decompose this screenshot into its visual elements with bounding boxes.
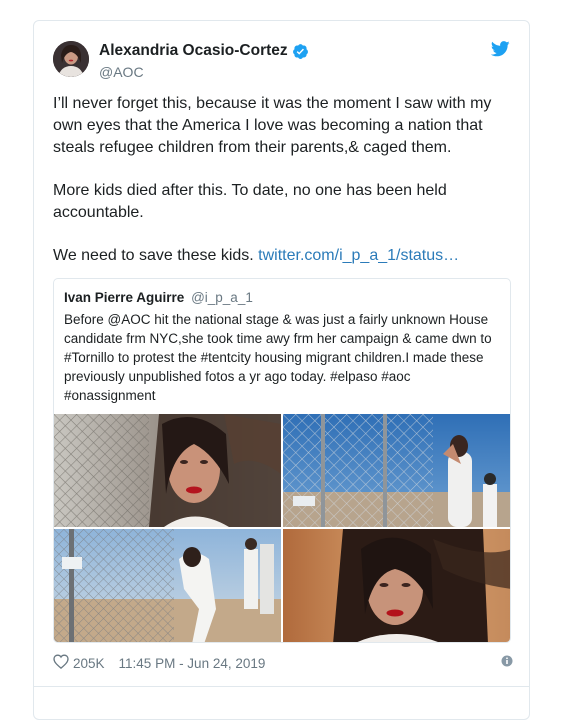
photo-4[interactable]	[283, 529, 510, 642]
tweet-timestamp[interactable]: 11:45 PM - Jun 24, 2019	[119, 656, 266, 671]
quoted-author-handle[interactable]: @i_p_a_1	[191, 290, 253, 305]
photo-2[interactable]	[283, 414, 510, 527]
quoted-tweet[interactable]: Ivan Pierre Aguirre @i_p_a_1 Before @AOC…	[53, 278, 511, 643]
heart-icon[interactable]	[53, 654, 69, 672]
verified-badge-icon	[292, 43, 309, 60]
author-avatar[interactable]	[53, 41, 89, 77]
quoted-tweet-text: Before @AOC hit the national stage & was…	[64, 312, 492, 403]
tweet-paragraph-3: We need to save these kids. twitter.com/…	[53, 245, 513, 267]
tweet-body: I’ll never forget this, because it was t…	[53, 93, 513, 288]
tweet-paragraph-1: I’ll never forget this, because it was t…	[53, 95, 492, 156]
photo-grid	[54, 414, 510, 642]
like-count[interactable]: 205K	[73, 656, 105, 671]
footer-divider	[34, 686, 529, 687]
tweet-footer: 205K 11:45 PM - Jun 24, 2019	[53, 653, 513, 673]
author-name[interactable]: Alexandria Ocasio-Cortez	[99, 42, 309, 60]
quoted-author: Ivan Pierre Aguirre @i_p_a_1	[64, 290, 253, 305]
photo-1[interactable]	[54, 414, 281, 527]
quoted-tweet-link[interactable]: twitter.com/i_p_a_1/status…	[258, 247, 459, 264]
twitter-bird-icon[interactable]	[490, 41, 510, 62]
tweet-paragraph-2: More kids died after this. To date, no o…	[53, 182, 447, 221]
info-icon[interactable]	[501, 655, 513, 670]
author-name-text[interactable]: Alexandria Ocasio-Cortez	[99, 42, 288, 60]
author-handle[interactable]: @AOC	[99, 64, 144, 80]
quoted-author-name[interactable]: Ivan Pierre Aguirre	[64, 290, 184, 305]
tweet-paragraph-3-text: We need to save these kids.	[53, 247, 259, 264]
photo-3[interactable]	[54, 529, 281, 642]
embedded-tweet-card: Alexandria Ocasio-Cortez @AOC I’ll never…	[33, 20, 530, 720]
